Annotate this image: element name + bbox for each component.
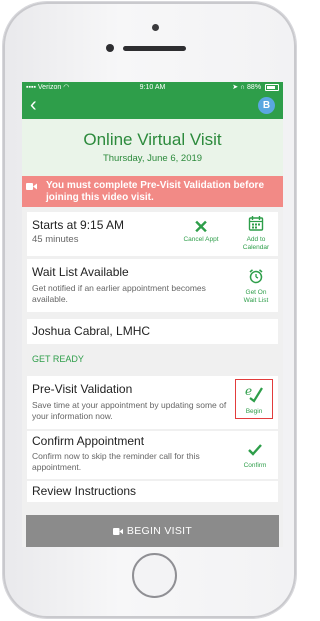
headphones-icon: ∩ xyxy=(240,84,246,91)
provider-card[interactable]: Joshua Cabral, LMHC xyxy=(27,319,278,344)
app-screen: ▪▪▪▪ Verizon ◠ 9:10 AM ➤ ∩ 88% ‹ B Onlin… xyxy=(22,82,283,547)
cancel-appt-button[interactable]: ✕ Cancel Appt xyxy=(175,218,227,244)
waitlist-description: Get notified if an earlier appointment b… xyxy=(32,283,206,304)
battery-icon xyxy=(265,83,279,91)
calendar-icon xyxy=(248,216,264,231)
video-camera-icon xyxy=(112,527,123,535)
waitlist-label-1: Get On xyxy=(245,289,267,296)
begin-visit-label: BEGIN VISIT xyxy=(126,525,193,537)
begin-validation-button[interactable]: e Begin xyxy=(235,379,273,419)
begin-visit-button[interactable]: BEGIN VISIT xyxy=(26,515,279,547)
start-time: Starts at 9:15 AM xyxy=(32,218,125,232)
add-to-calendar-button[interactable]: Add to Calendar xyxy=(236,215,276,252)
confirm-button[interactable]: Confirm xyxy=(239,443,271,470)
waitlist-card: Wait List Available Get notified if an e… xyxy=(27,259,278,312)
avatar[interactable]: B xyxy=(258,97,275,114)
add-to-calendar-label-1: Add to xyxy=(246,236,266,243)
home-button[interactable] xyxy=(132,553,177,598)
alert-message: You must complete Pre-Visit Validation b… xyxy=(46,180,265,203)
confirm-card: Confirm Appointment Confirm now to skip … xyxy=(27,431,278,479)
video-camera-icon xyxy=(26,183,37,190)
back-arrow-icon[interactable]: ‹ xyxy=(30,94,37,116)
location-icon: ➤ xyxy=(232,84,239,91)
svg-text:e: e xyxy=(245,384,252,398)
waitlist-title: Wait List Available xyxy=(32,265,129,279)
page-title: Online Virtual Visit xyxy=(83,130,222,149)
waitlist-label-2: Wait List xyxy=(243,297,269,304)
validation-alert: You must complete Pre-Visit Validation b… xyxy=(22,176,283,207)
instructions-card[interactable]: Review Instructions xyxy=(27,481,278,502)
alarm-clock-icon xyxy=(249,269,263,284)
confirm-description: Confirm now to skip the reminder call fo… xyxy=(32,451,200,472)
visit-date: Thursday, June 6, 2019 xyxy=(102,153,203,164)
provider-name: Joshua Cabral, LMHC xyxy=(32,324,151,338)
close-icon: ✕ xyxy=(193,217,209,237)
cancel-appt-label: Cancel Appt xyxy=(183,236,219,243)
nav-bar: ‹ B xyxy=(22,93,283,119)
add-to-calendar-label-2: Calendar xyxy=(242,244,270,251)
begin-label: Begin xyxy=(245,408,263,415)
duration: 45 minutes xyxy=(32,234,79,245)
status-bar: ▪▪▪▪ Verizon ◠ 9:10 AM ➤ ∩ 88% xyxy=(22,82,283,93)
front-camera xyxy=(152,24,159,31)
edit-check-icon: e xyxy=(245,384,263,403)
earpiece-speaker xyxy=(123,46,186,51)
battery-status: ➤ ∩ 88% xyxy=(232,82,279,93)
confirm-title: Confirm Appointment xyxy=(32,434,145,448)
pre-visit-description: Save time at your appointment by updatin… xyxy=(32,400,227,421)
sensor xyxy=(106,44,114,52)
appointment-card: Starts at 9:15 AM 45 minutes ✕ Cancel Ap… xyxy=(27,212,278,256)
pre-visit-card: Pre-Visit Validation Save time at your a… xyxy=(27,376,278,429)
confirm-label: Confirm xyxy=(243,462,267,469)
get-ready-heading: GET READY xyxy=(32,354,84,364)
get-on-waitlist-button[interactable]: Get On Wait List xyxy=(234,268,278,305)
checkmark-icon xyxy=(248,444,262,456)
page-header: Online Virtual Visit Thursday, June 6, 2… xyxy=(22,119,283,176)
instructions-title: Review Instructions xyxy=(32,484,137,498)
pre-visit-title: Pre-Visit Validation xyxy=(32,382,133,396)
